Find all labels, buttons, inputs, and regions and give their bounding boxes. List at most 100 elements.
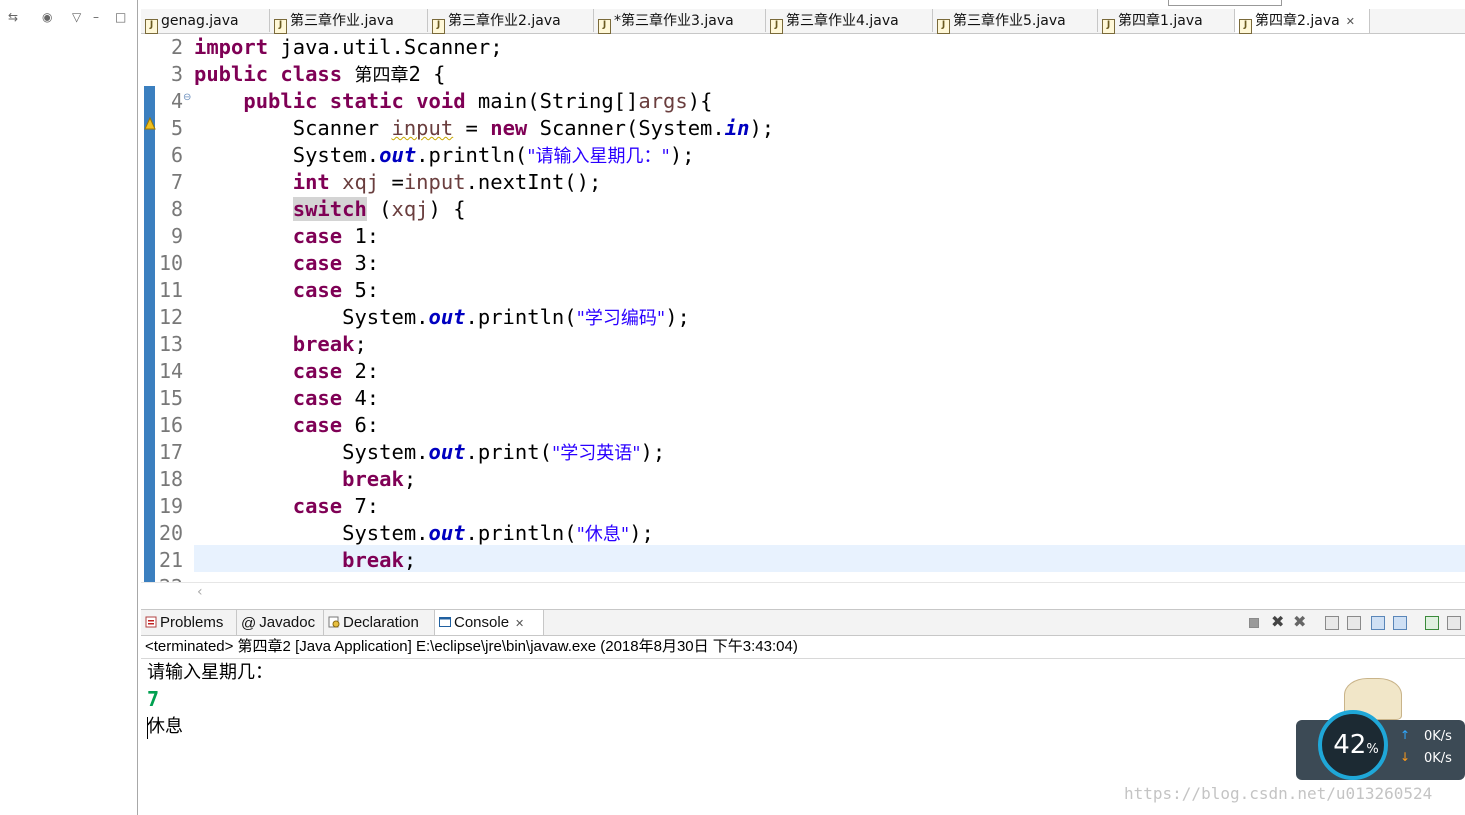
line-number: 10 bbox=[159, 251, 184, 275]
line-number: 2 bbox=[170, 35, 183, 59]
tab-declaration[interactable]: Declaration bbox=[324, 610, 435, 635]
code-line: System.out.println("休息"); bbox=[194, 521, 654, 545]
fold-collapse-icon[interactable]: ⊖ bbox=[183, 92, 191, 103]
link-with-editor-icon[interactable]: ⇆ bbox=[8, 10, 18, 24]
editor-tab[interactable]: J 第三章作业2.java bbox=[428, 9, 594, 34]
line-number: 3 bbox=[170, 62, 183, 86]
editor-tab-label: 第三章作业.java bbox=[290, 13, 394, 29]
tab-label: Console bbox=[454, 614, 510, 631]
string-literal: "休息" bbox=[576, 524, 630, 545]
string-literal: "学习英语" bbox=[551, 443, 641, 464]
close-console-icon[interactable]: ✕ bbox=[515, 618, 524, 630]
line-number: 7 bbox=[170, 170, 183, 194]
code-line: System.out.print("学习英语"); bbox=[194, 440, 666, 464]
code-editor[interactable]: ⊖ 2 3 4 5 6 7 8 9 10 11 12 13 14 15 16 1… bbox=[141, 34, 1465, 582]
code-line: public static void main(String[]args){ bbox=[243, 89, 713, 113]
tab-javadoc[interactable]: @ Javadoc bbox=[237, 610, 324, 635]
code-line: import java.util.Scanner; bbox=[194, 35, 503, 59]
horizontal-scrollbar[interactable]: ‹ bbox=[141, 582, 1465, 603]
line-number: 5 bbox=[170, 116, 183, 140]
line-number: 14 bbox=[159, 359, 184, 383]
scroll-lock-icon[interactable] bbox=[1347, 616, 1361, 630]
quick-diff-ruler bbox=[144, 86, 155, 582]
javadoc-icon: @ bbox=[241, 615, 257, 632]
code-line: switch (xqj) { bbox=[292, 197, 466, 221]
minimize-icon[interactable]: – bbox=[93, 10, 99, 24]
code-line: public class 第四章2 { bbox=[194, 62, 446, 86]
java-file-icon: J bbox=[1102, 19, 1115, 34]
editor-tab-label: 第四章2.java bbox=[1255, 13, 1340, 29]
upload-rate: 0K/s bbox=[1424, 729, 1452, 744]
console-output-line: 请输入星期几： bbox=[147, 662, 273, 683]
show-on-error-icon[interactable] bbox=[1393, 616, 1407, 630]
code-line: case 6: bbox=[292, 413, 380, 437]
code-line: System.out.println("请输入星期几："); bbox=[194, 143, 695, 167]
code-line: case 1: bbox=[292, 224, 380, 248]
editor-tab-label: 第三章作业5.java bbox=[953, 13, 1066, 29]
cpu-usage-percent: 42% bbox=[1324, 730, 1388, 760]
text-caret bbox=[147, 717, 148, 739]
quick-access-box[interactable] bbox=[1168, 0, 1282, 6]
code-line: case 2: bbox=[292, 359, 380, 383]
ruler-blank bbox=[144, 34, 155, 86]
network-speed-widget[interactable]: 42% ↑ ↓ 0K/s 0K/s bbox=[1296, 706, 1465, 786]
line-number: 9 bbox=[170, 224, 183, 248]
java-file-icon: J bbox=[432, 19, 445, 34]
editor-tab[interactable]: J 第三章作业5.java bbox=[933, 9, 1098, 34]
tab-problems[interactable]: Problems bbox=[141, 610, 237, 635]
display-console-icon[interactable] bbox=[1447, 616, 1461, 630]
code-line: Scanner input = new Scanner(System.in); bbox=[194, 116, 775, 140]
code-line: int xqj =input.nextInt(); bbox=[292, 170, 602, 194]
package-explorer-panel: ⇆ ◉ ▽ – □ bbox=[0, 0, 138, 815]
editor-tab-label: 第三章作业4.java bbox=[786, 13, 899, 29]
close-tab-icon[interactable]: ✕ bbox=[1346, 15, 1355, 28]
java-file-icon: J bbox=[937, 19, 950, 34]
warning-icon[interactable] bbox=[144, 117, 156, 131]
focus-icon[interactable]: ◉ bbox=[42, 10, 52, 24]
line-number: 12 bbox=[159, 305, 184, 329]
code-line: break; bbox=[342, 467, 417, 491]
editor-tab-label: 第四章1.java bbox=[1118, 13, 1203, 29]
scroll-left-icon[interactable]: ‹ bbox=[197, 584, 203, 600]
clear-console-icon[interactable] bbox=[1325, 616, 1339, 630]
line-number: 20 bbox=[159, 521, 184, 545]
editor-tab-active[interactable]: J 第四章2.java ✕ bbox=[1235, 9, 1370, 34]
editor-tab[interactable]: J 第三章作业.java bbox=[270, 9, 428, 34]
editor-tab[interactable]: J *第三章作业3.java bbox=[594, 9, 766, 34]
tab-label: Javadoc bbox=[259, 614, 316, 631]
show-on-output-icon[interactable] bbox=[1371, 616, 1385, 630]
line-number: 4 bbox=[170, 89, 183, 113]
editor-tab[interactable]: J 第四章1.java bbox=[1098, 9, 1235, 34]
java-file-icon: J bbox=[1239, 19, 1252, 34]
console-process-header: <terminated> 第四章2 [Java Application] E:\… bbox=[141, 636, 1465, 659]
line-number: 6 bbox=[170, 143, 183, 167]
download-rate: 0K/s bbox=[1424, 751, 1452, 766]
tab-console[interactable]: Console ✕ bbox=[435, 610, 544, 635]
problems-icon bbox=[145, 616, 157, 628]
code-line: case 3: bbox=[292, 251, 380, 275]
view-menu-icon[interactable]: ▽ bbox=[72, 10, 81, 24]
line-number: 8 bbox=[170, 197, 183, 221]
editor-tab[interactable]: Jgenag.java bbox=[141, 9, 270, 34]
editor-tab[interactable]: J 第三章作业4.java bbox=[766, 9, 933, 34]
remove-all-launches-icon[interactable]: ✖ bbox=[1293, 612, 1306, 631]
terminate-icon[interactable] bbox=[1249, 618, 1259, 628]
java-file-icon: J bbox=[598, 19, 611, 34]
tab-label: Declaration bbox=[343, 614, 419, 631]
maximize-icon[interactable]: □ bbox=[115, 10, 126, 24]
upload-arrow-icon: ↑ bbox=[1400, 728, 1411, 742]
java-file-icon: J bbox=[274, 19, 287, 34]
declaration-icon bbox=[328, 616, 340, 628]
line-number: 18 bbox=[159, 467, 184, 491]
code-line: case 7: bbox=[292, 494, 380, 518]
java-file-icon: J bbox=[770, 19, 783, 34]
editor-tab-label: *第三章作业3.java bbox=[614, 13, 734, 29]
remove-launch-icon[interactable]: ✖ bbox=[1271, 612, 1284, 631]
line-number: 17 bbox=[159, 440, 184, 464]
java-file-icon: J bbox=[145, 19, 158, 34]
string-literal: "学习编码" bbox=[576, 308, 666, 329]
cpu-usage-value: 42 bbox=[1333, 730, 1367, 760]
console-output-line: 休息 bbox=[147, 716, 183, 737]
package-explorer-toolbar: ⇆ ◉ ▽ – □ bbox=[0, 8, 137, 30]
pin-console-icon[interactable] bbox=[1425, 616, 1439, 630]
